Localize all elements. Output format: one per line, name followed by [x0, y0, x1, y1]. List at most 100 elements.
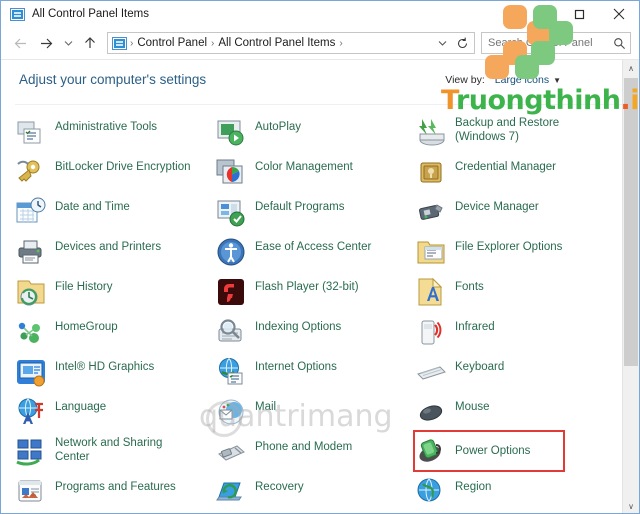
control-panel-item[interactable]: Recovery [215, 472, 415, 512]
recent-locations-button[interactable] [59, 30, 77, 56]
programs-and-features-icon [15, 476, 47, 508]
scroll-down-arrow[interactable]: ∨ [623, 498, 639, 513]
infrared-icon [415, 316, 447, 348]
breadcrumb-item-control-panel[interactable]: Control Panel [134, 37, 210, 49]
forward-button[interactable] [33, 30, 59, 56]
control-panel-item[interactable]: Ease of Access Center [215, 232, 415, 272]
control-panel-item-label[interactable]: Phone and Modem [255, 436, 352, 454]
control-panel-item-label[interactable]: Language [55, 396, 106, 414]
back-button[interactable] [7, 30, 33, 56]
control-panel-item[interactable]: Backup and Restore (Windows 7) [415, 112, 639, 152]
control-panel-item[interactable]: Administrative Tools [15, 112, 215, 152]
chevron-down-icon[interactable] [432, 33, 452, 53]
control-panel-item-label[interactable]: Mouse [455, 396, 490, 414]
control-panel-item[interactable]: AutoPlay [215, 112, 415, 152]
control-panel-item[interactable]: Keyboard [415, 352, 639, 392]
control-panel-item-grid: Administrative Tools AutoPlay Backup and R… [1, 108, 639, 513]
phone-and-modem-icon [215, 436, 247, 468]
control-panel-item-label[interactable]: Backup and Restore (Windows 7) [455, 116, 559, 144]
control-panel-item[interactable]: Credential Manager [415, 152, 639, 192]
control-panel-item[interactable]: Indexing Options [215, 312, 415, 352]
control-panel-item[interactable]: Devices and Printers [15, 232, 215, 272]
search-input[interactable] [488, 37, 613, 49]
control-panel-item-label[interactable]: Infrared [455, 316, 495, 334]
chevron-down-icon[interactable]: ▼ [553, 76, 561, 85]
scroll-up-arrow[interactable]: ∧ [623, 60, 639, 77]
control-panel-item[interactable]: Color Management [215, 152, 415, 192]
control-panel-item-label[interactable]: Region [455, 476, 491, 494]
control-panel-item[interactable]: BitLocker Drive Encryption [15, 152, 215, 192]
control-panel-item[interactable]: File History [15, 272, 215, 312]
control-panel-item[interactable]: Phone and Modem [215, 432, 415, 472]
divider [15, 104, 625, 105]
control-panel-item-label[interactable]: Default Programs [255, 196, 344, 214]
vertical-scrollbar[interactable]: ∧ ∨ [622, 60, 639, 513]
control-panel-item-label[interactable]: Power Options [455, 444, 530, 458]
view-by-value[interactable]: Large icons [495, 74, 549, 86]
control-panel-item[interactable]: Mail [215, 392, 415, 432]
up-button[interactable] [77, 30, 103, 56]
control-panel-item-label[interactable]: Device Manager [455, 196, 539, 214]
control-panel-item-label[interactable]: Keyboard [455, 356, 504, 374]
ease-of-access-icon [215, 236, 247, 268]
file-history-icon [15, 276, 47, 308]
control-panel-item-label[interactable]: BitLocker Drive Encryption [55, 156, 191, 174]
control-panel-item-label[interactable]: Date and Time [55, 196, 130, 214]
device-manager-icon [415, 196, 447, 228]
title-bar: All Control Panel Items [1, 1, 639, 27]
flash-player-icon [215, 276, 247, 308]
control-panel-item[interactable]: Language [15, 392, 215, 432]
control-panel-item[interactable]: Fonts [415, 272, 639, 312]
scrollbar-thumb[interactable] [624, 78, 638, 366]
control-panel-item[interactable]: Network and Sharing Center [15, 432, 215, 472]
control-panel-item[interactable]: Device Manager [415, 192, 639, 232]
control-panel-item-label[interactable]: Ease of Access Center [255, 236, 371, 254]
control-panel-item-label[interactable]: Indexing Options [255, 316, 341, 334]
maximize-button[interactable] [559, 1, 599, 27]
power-options-icon [415, 435, 447, 467]
control-panel-item[interactable]: File Explorer Options [415, 232, 639, 272]
region-icon [415, 476, 447, 508]
control-panel-item-label[interactable]: Network and Sharing Center [55, 436, 162, 464]
control-panel-item[interactable]: Default Programs [215, 192, 415, 232]
view-by-control[interactable]: View by: Large icons ▼ [445, 74, 561, 86]
control-panel-item-label[interactable]: Credential Manager [455, 156, 556, 174]
control-panel-item-label[interactable]: AutoPlay [255, 116, 301, 134]
control-panel-item[interactable]: Mouse [415, 392, 639, 432]
control-panel-item[interactable]: Intel® HD Graphics [15, 352, 215, 392]
refresh-icon[interactable] [452, 33, 472, 53]
control-panel-item[interactable]: Internet Options [215, 352, 415, 392]
control-panel-item-label[interactable]: Mail [255, 396, 276, 414]
control-panel-item-label[interactable]: Devices and Printers [55, 236, 161, 254]
control-panel-item[interactable]: Region [415, 472, 639, 512]
control-panel-item[interactable]: Infrared [415, 312, 639, 352]
control-panel-item-label[interactable]: Flash Player (32-bit) [255, 276, 359, 294]
minimize-button[interactable] [519, 1, 559, 27]
control-panel-item[interactable]: Programs and Features [15, 472, 215, 512]
control-panel-item-label[interactable]: File Explorer Options [455, 236, 562, 254]
search-box[interactable] [481, 32, 631, 54]
control-panel-item-label[interactable]: Fonts [455, 276, 484, 294]
breadcrumb-item-all-control-panel-items[interactable]: All Control Panel Items [215, 37, 338, 49]
control-panel-item-label[interactable]: HomeGroup [55, 316, 118, 334]
window-title: All Control Panel Items [32, 8, 149, 20]
control-panel-item-label[interactable]: Programs and Features [55, 476, 176, 494]
control-panel-item-label[interactable]: File History [55, 276, 113, 294]
search-icon[interactable] [613, 37, 626, 50]
control-panel-item-label[interactable]: Recovery [255, 476, 304, 494]
control-panel-item-label[interactable]: Intel® HD Graphics [55, 356, 154, 374]
control-panel-item-label[interactable]: Administrative Tools [55, 116, 157, 134]
control-panel-item[interactable]: Power Options [413, 430, 565, 472]
control-panel-item-label[interactable]: Internet Options [255, 356, 337, 374]
intel-hd-graphics-icon [15, 356, 47, 388]
window-controls [519, 1, 639, 27]
control-panel-item[interactable]: Date and Time [15, 192, 215, 232]
control-panel-item-label[interactable]: Color Management [255, 156, 353, 174]
control-panel-item[interactable]: Flash Player (32-bit) [215, 272, 415, 312]
close-button[interactable] [599, 1, 639, 27]
control-panel-item[interactable]: HomeGroup [15, 312, 215, 352]
address-bar[interactable]: › Control Panel › All Control Panel Item… [107, 32, 475, 54]
control-panel-window: All Control Panel Items › Control Panel … [0, 0, 640, 514]
recovery-icon [215, 476, 247, 508]
navigation-bar: › Control Panel › All Control Panel Item… [1, 27, 639, 59]
